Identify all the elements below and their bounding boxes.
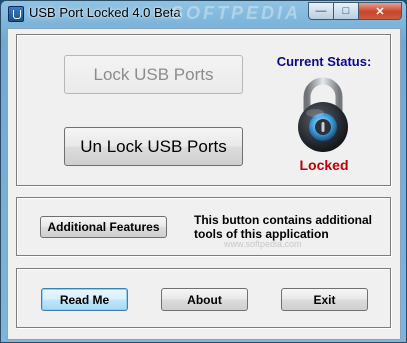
- read-me-button[interactable]: Read Me: [41, 288, 128, 311]
- usb-app-icon: [8, 6, 24, 22]
- additional-features-button[interactable]: Additional Features: [40, 216, 167, 238]
- current-status-label: Current Status:: [276, 54, 372, 69]
- title-bar[interactable]: USB Port Locked 4.0 Beta SOFTPEDIA — □ ✕: [1, 1, 406, 27]
- unlock-usb-ports-button[interactable]: Un Lock USB Ports: [64, 127, 243, 166]
- maximize-button[interactable]: □: [333, 2, 359, 20]
- padlock-icon: [298, 77, 348, 152]
- site-watermark: www.softpedia.com: [224, 239, 302, 249]
- status-value: Locked: [299, 157, 349, 173]
- about-button[interactable]: About: [161, 288, 248, 311]
- client-area: Lock USB Ports Un Lock USB Ports Current…: [7, 28, 401, 340]
- lock-usb-ports-button[interactable]: Lock USB Ports: [64, 55, 243, 94]
- exit-button[interactable]: Exit: [281, 288, 368, 311]
- softpedia-watermark: SOFTPEDIA: [171, 3, 302, 23]
- minimize-button[interactable]: —: [308, 2, 334, 20]
- app-window: USB Port Locked 4.0 Beta SOFTPEDIA — □ ✕…: [0, 0, 407, 343]
- close-button[interactable]: ✕: [358, 2, 402, 20]
- features-description: This button contains additional tools of…: [194, 213, 372, 241]
- window-title: USB Port Locked 4.0 Beta: [29, 5, 181, 20]
